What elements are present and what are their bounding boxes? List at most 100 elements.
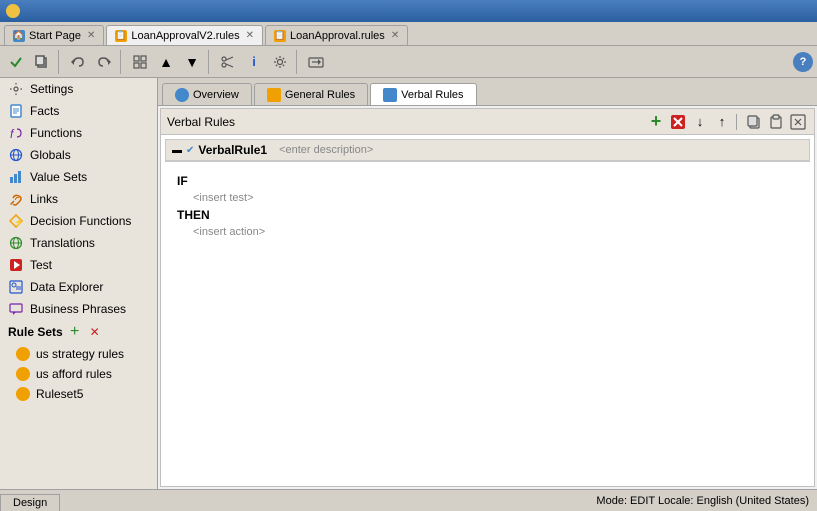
settings-icon: [8, 81, 24, 97]
functions-label: Functions: [30, 126, 82, 140]
add-rule-btn[interactable]: +: [646, 112, 666, 132]
sidebar-item-facts[interactable]: Facts: [0, 100, 157, 122]
rule-sets-section: Rule Sets + ✕: [0, 320, 157, 344]
insert-test-placeholder[interactable]: <insert test>: [193, 192, 798, 204]
rule-checkmark-icon: ✔: [186, 145, 194, 156]
if-keyword: IF: [177, 174, 798, 188]
tab-overview-icon: [175, 88, 189, 102]
content-area: Overview General Rules Verbal Rules Verb…: [158, 78, 817, 489]
data-explorer-label: Data Explorer: [30, 280, 103, 294]
test-icon: [8, 257, 24, 273]
toolbar-sep-4: [296, 50, 300, 74]
links-label: Links: [30, 192, 58, 206]
decision-functions-icon: ⚡: [8, 213, 24, 229]
sidebar-item-decision-functions[interactable]: ⚡ Decision Functions: [0, 210, 157, 232]
toolbar-info-btn[interactable]: i: [242, 50, 266, 74]
value-sets-label: Value Sets: [30, 170, 87, 184]
ruleset-us-strategy-label: us strategy rules: [36, 347, 124, 361]
business-phrases-icon: [8, 301, 24, 317]
tab-overview-label: Overview: [193, 89, 239, 101]
tab-loanv2-label: LoanApprovalV2.rules: [131, 30, 239, 42]
toolbar-arrow-down-btn[interactable]: ▼: [180, 50, 204, 74]
tab-start-page-close[interactable]: ✕: [87, 30, 95, 41]
expand-btn[interactable]: [788, 112, 808, 132]
sidebar-item-functions[interactable]: f Functions: [0, 122, 157, 144]
ruleset-us-strategy-icon: [16, 347, 30, 361]
verbal-rules-actions: + ↓ ↑: [646, 112, 808, 132]
tab-general-rules[interactable]: General Rules: [254, 83, 368, 105]
tab-loanv2-icon: 📋: [115, 30, 127, 42]
rule-content-scroll[interactable]: ▬ ✔ VerbalRule1 <enter description> IF <…: [161, 135, 814, 486]
main-layout: Settings Facts f Functions Globals Value…: [0, 78, 817, 489]
ruleset-us-afford[interactable]: us afford rules: [0, 364, 157, 384]
rule-item: ▬ ✔ VerbalRule1 <enter description>: [165, 139, 810, 162]
insert-action-placeholder[interactable]: <insert action>: [193, 226, 798, 238]
ruleset-us-afford-label: us afford rules: [36, 367, 112, 381]
translations-label: Translations: [30, 236, 95, 250]
design-tab[interactable]: Design: [0, 494, 60, 511]
data-explorer-icon: [8, 279, 24, 295]
tab-loanv2-close[interactable]: ✕: [246, 30, 254, 41]
toolbar-undo-btn[interactable]: [66, 50, 90, 74]
tab-overview[interactable]: Overview: [162, 83, 252, 105]
facts-label: Facts: [30, 104, 59, 118]
verbal-rules-title: Verbal Rules: [167, 115, 235, 129]
tab-verbal-rules[interactable]: Verbal Rules: [370, 83, 476, 105]
copy-btn[interactable]: [744, 112, 764, 132]
tab-general-rules-label: General Rules: [285, 89, 355, 101]
tab-loan-close[interactable]: ✕: [391, 30, 399, 41]
rule-collapse-btn[interactable]: ▬: [172, 145, 182, 156]
move-up-btn[interactable]: ↑: [712, 112, 732, 132]
ruleset-us-strategy[interactable]: us strategy rules: [0, 344, 157, 364]
links-icon: [8, 191, 24, 207]
title-bar: [0, 0, 817, 22]
inner-tabs: Overview General Rules Verbal Rules: [158, 78, 817, 106]
add-ruleset-btn[interactable]: +: [67, 324, 83, 340]
sidebar-item-value-sets[interactable]: Value Sets: [0, 166, 157, 188]
help-button[interactable]: ?: [793, 52, 813, 72]
tab-general-rules-icon: [267, 88, 281, 102]
sidebar-item-data-explorer[interactable]: Data Explorer: [0, 276, 157, 298]
toolbar-scissors-btn[interactable]: [216, 50, 240, 74]
sidebar: Settings Facts f Functions Globals Value…: [0, 78, 158, 489]
globals-icon: [8, 147, 24, 163]
remove-ruleset-btn[interactable]: ✕: [87, 324, 103, 340]
settings-label: Settings: [30, 82, 73, 96]
sidebar-item-links[interactable]: Links: [0, 188, 157, 210]
tab-loan[interactable]: 📋 LoanApproval.rules ✕: [265, 25, 408, 45]
sidebar-item-globals[interactable]: Globals: [0, 144, 157, 166]
verbal-rules-header: Verbal Rules + ↓ ↑: [161, 109, 814, 135]
tab-verbal-rules-icon: [383, 88, 397, 102]
toolbar-checkmark-btn[interactable]: [4, 50, 28, 74]
sidebar-item-settings[interactable]: Settings: [0, 78, 157, 100]
toolbar-redo-btn[interactable]: [92, 50, 116, 74]
ruleset-us-afford-icon: [16, 367, 30, 381]
value-sets-icon: [8, 169, 24, 185]
toolbar-arrow-up-btn[interactable]: ▲: [154, 50, 178, 74]
decision-functions-label: Decision Functions: [30, 214, 131, 228]
status-bar: Mode: EDIT Locale: English (United State…: [0, 489, 817, 511]
tab-loan-icon: 📋: [274, 30, 286, 42]
tab-loan-label: LoanApproval.rules: [290, 30, 385, 42]
sidebar-item-test[interactable]: Test: [0, 254, 157, 276]
tab-start-page[interactable]: 🏠 Start Page ✕: [4, 25, 104, 45]
toolbar-settings-btn[interactable]: [268, 50, 292, 74]
rule-body: IF <insert test> THEN <insert action>: [165, 164, 810, 246]
ruleset-ruleset5[interactable]: Ruleset5: [0, 384, 157, 404]
tab-loanv2[interactable]: 📋 LoanApprovalV2.rules ✕: [106, 25, 263, 45]
rule-description[interactable]: <enter description>: [279, 144, 373, 156]
svg-text:⚡: ⚡: [14, 217, 23, 227]
toolbar-grid-btn[interactable]: [128, 50, 152, 74]
move-down-btn[interactable]: ↓: [690, 112, 710, 132]
delete-rule-btn[interactable]: [668, 112, 688, 132]
sidebar-item-business-phrases[interactable]: Business Phrases: [0, 298, 157, 320]
facts-icon: [8, 103, 24, 119]
sidebar-item-translations[interactable]: Translations: [0, 232, 157, 254]
toolbar-deploy-btn[interactable]: [304, 50, 328, 74]
rule-sets-label: Rule Sets: [8, 325, 63, 339]
business-phrases-label: Business Phrases: [30, 302, 126, 316]
app-icon: [6, 4, 20, 18]
paste-btn[interactable]: [766, 112, 786, 132]
toolbar-copy-btn[interactable]: [30, 50, 54, 74]
globals-label: Globals: [30, 148, 71, 162]
